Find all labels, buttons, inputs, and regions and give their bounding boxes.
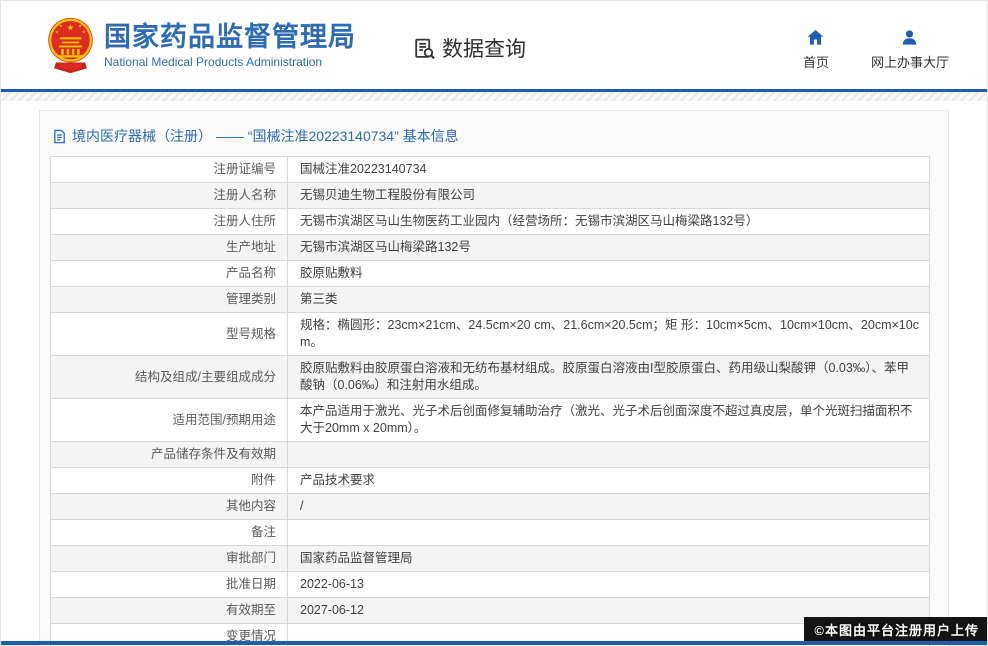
table-row: 注册人住所 无锡市滨湖区马山生物医药工业园内（经营场所：无锡市滨湖区马山梅梁路1… [51, 209, 930, 235]
svg-text:★: ★ [59, 24, 64, 30]
row-value: 2022-06-13 [288, 572, 930, 598]
watermark-badge: ©本图由平台注册用户上传 [804, 617, 987, 642]
row-value: 无锡市滨湖区马山生物医药工业园内（经营场所：无锡市滨湖区马山梅梁路132号） [288, 209, 930, 235]
row-value: 国家药品监督管理局 [288, 546, 930, 572]
breadcrumb: 境内医疗器械（注册） —— “国械注准20223140734” 基本信息 [50, 120, 938, 156]
document-search-icon [412, 36, 437, 61]
nmpa-logo-group[interactable]: ★ ★ ★ ★ ★ 国家药品监督管理局 National Medical Pro… [47, 14, 356, 76]
breadcrumb-text: 境内医疗器械（注册） —— “国械注准20223140734” 基本信息 [72, 126, 459, 146]
data-query-section[interactable]: 数据查询 [412, 33, 526, 63]
header-nav: 首页 网上办事大厅 [803, 27, 949, 71]
table-row: 管理类别 第三类 [51, 287, 930, 313]
row-value: / [288, 494, 930, 520]
row-label: 管理类别 [226, 292, 276, 306]
org-name-cn: 国家药品监督管理局 [104, 22, 356, 52]
row-value: 无锡市滨湖区马山梅梁路132号 [288, 235, 930, 261]
row-label: 结构及组成/主要组成成分 [135, 370, 276, 384]
nav-home-label: 首页 [803, 52, 829, 71]
row-label: 型号规格 [226, 327, 276, 341]
table-row: 其他内容 / [51, 494, 930, 520]
national-emblem-icon: ★ ★ ★ ★ ★ [47, 14, 94, 76]
table-row: 产品名称 胶原贴敷料 [51, 261, 930, 287]
table-row: 生产地址 无锡市滨湖区马山梅梁路132号 [51, 235, 930, 261]
table-row: 适用范围/预期用途 本产品适用于激光、光子术后创面修复辅助治疗（激光、光子术后创… [51, 399, 930, 442]
row-value [288, 520, 930, 546]
svg-text:★: ★ [55, 29, 60, 35]
table-row: 型号规格 规格：椭圆形：23cm×21cm、24.5cm×20 cm、21.6c… [51, 313, 930, 356]
table-row: 审批部门 国家药品监督管理局 [51, 546, 930, 572]
row-label: 注册人住所 [213, 214, 276, 228]
row-label: 备注 [251, 525, 276, 539]
row-value: 无锡贝迪生物工程股份有限公司 [288, 183, 930, 209]
row-label: 注册证编号 [213, 162, 276, 176]
svg-text:★: ★ [82, 29, 87, 35]
nav-service-hall[interactable]: 网上办事大厅 [871, 27, 949, 71]
table-row: 批准日期 2022-06-13 [51, 572, 930, 598]
row-label: 有效期至 [226, 603, 276, 617]
org-name-en: National Medical Products Administration [104, 55, 356, 69]
row-label: 其他内容 [226, 499, 276, 513]
row-value: 本产品适用于激光、光子术后创面修复辅助治疗（激光、光子术后创面深度不超过真皮层，… [288, 399, 930, 442]
row-label: 审批部门 [226, 551, 276, 565]
row-label: 产品储存条件及有效期 [151, 447, 276, 461]
table-row: 附件 产品技术要求 [51, 468, 930, 494]
table-row: 注册人名称 无锡贝迪生物工程股份有限公司 [51, 183, 930, 209]
table-row: 产品储存条件及有效期 [51, 442, 930, 468]
row-value [288, 442, 930, 468]
row-value: 胶原贴敷料 [288, 261, 930, 287]
org-names: 国家药品监督管理局 National Medical Products Admi… [104, 22, 356, 69]
person-icon [900, 27, 919, 47]
nav-home[interactable]: 首页 [803, 27, 829, 71]
row-label: 附件 [251, 473, 276, 487]
row-label: 注册人名称 [213, 188, 276, 202]
row-value: 规格：椭圆形：23cm×21cm、24.5cm×20 cm、21.6cm×20.… [288, 313, 930, 356]
svg-text:★: ★ [78, 24, 83, 30]
svg-text:★: ★ [67, 22, 75, 32]
page-header: ★ ★ ★ ★ ★ 国家药品监督管理局 National Medical Pro… [1, 1, 987, 89]
table-row: 备注 [51, 520, 930, 546]
info-panel: 境内医疗器械（注册） —— “国械注准20223140734” 基本信息 注册证… [39, 110, 949, 646]
row-label: 产品名称 [226, 266, 276, 280]
section-title: 数据查询 [442, 33, 526, 63]
row-label: 生产地址 [226, 240, 276, 254]
document-icon [52, 129, 67, 144]
table-row: 注册证编号 国械注准20223140734 [51, 157, 930, 183]
nav-service-hall-label: 网上办事大厅 [871, 52, 949, 71]
main-content: 境内医疗器械（注册） —— “国械注准20223140734” 基本信息 注册证… [1, 101, 987, 646]
row-value: 国械注准20223140734 [288, 157, 930, 183]
row-value: 胶原贴敷料由胶原蛋白溶液和无纺布基材组成。胶原蛋白溶液由I型胶原蛋白、药用级山梨… [288, 356, 930, 399]
table-row: 有效期至 2027-06-12 [51, 598, 930, 624]
registration-info-table: 注册证编号 国械注准20223140734 注册人名称 无锡贝迪生物工程股份有限… [50, 156, 930, 646]
home-icon [806, 27, 825, 47]
row-value: 第三类 [288, 287, 930, 313]
table-row: 结构及组成/主要组成成分 胶原贴敷料由胶原蛋白溶液和无纺布基材组成。胶原蛋白溶液… [51, 356, 930, 399]
row-label: 批准日期 [226, 577, 276, 591]
bottom-divider-line [1, 641, 987, 645]
hatch-pattern-band [1, 92, 987, 101]
row-value: 产品技术要求 [288, 468, 930, 494]
row-label: 适用范围/预期用途 [173, 413, 276, 427]
